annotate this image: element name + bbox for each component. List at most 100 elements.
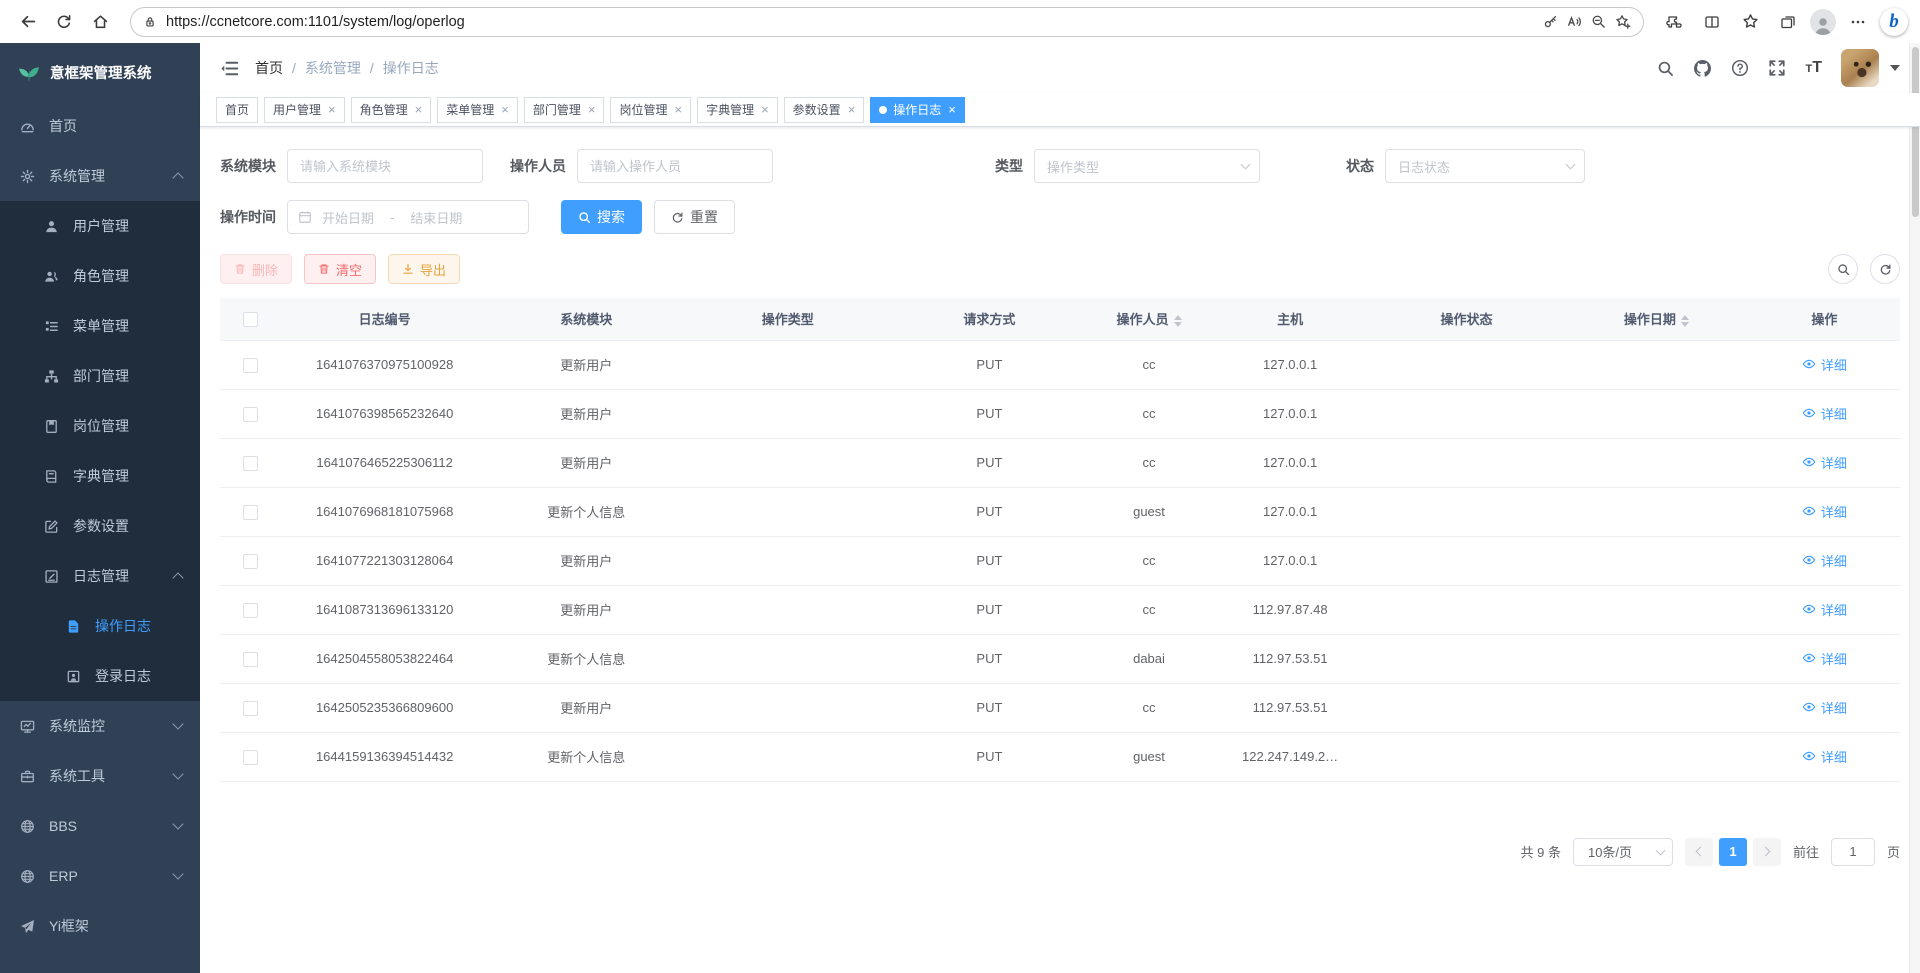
favorites-bar-star-icon[interactable] xyxy=(1734,6,1766,38)
tab-operation-log[interactable]: 操作日志× xyxy=(870,97,965,123)
help-icon[interactable] xyxy=(1731,59,1749,77)
detail-link[interactable]: 详细 xyxy=(1802,355,1847,374)
col-operator[interactable]: 操作人员 xyxy=(1087,298,1211,340)
operator-input[interactable] xyxy=(577,149,773,183)
goto-page-input[interactable] xyxy=(1831,838,1875,866)
current-page-button[interactable]: 1 xyxy=(1719,838,1747,866)
next-page-button[interactable] xyxy=(1753,838,1781,866)
tab-user-mgmt[interactable]: 用户管理× xyxy=(264,97,345,123)
sidebar-collapse-icon[interactable] xyxy=(220,59,239,78)
row-checkbox[interactable] xyxy=(243,701,258,716)
tab-home[interactable]: 首页 xyxy=(216,97,258,123)
page-size-select[interactable]: 10条/页 xyxy=(1573,838,1673,866)
row-checkbox[interactable] xyxy=(243,456,258,471)
collections-icon[interactable] xyxy=(1772,6,1804,38)
avatar-caret-down-icon[interactable] xyxy=(1890,65,1900,71)
sidebar-item-menus[interactable]: 菜单管理 xyxy=(0,301,200,351)
type-select[interactable]: 操作类型 xyxy=(1034,149,1260,183)
text-size-icon[interactable]: TT xyxy=(1805,59,1822,77)
read-aloud-icon[interactable] xyxy=(1567,14,1582,29)
delete-button[interactable]: 删除 xyxy=(220,254,292,284)
detail-link[interactable]: 详细 xyxy=(1802,747,1847,766)
sidebar-item-login-log[interactable]: 登录日志 xyxy=(0,651,200,701)
user-avatar[interactable] xyxy=(1841,49,1879,87)
window-scrollbar[interactable] xyxy=(1909,43,1920,973)
clear-button[interactable]: 清空 xyxy=(304,254,376,284)
close-icon[interactable]: × xyxy=(588,103,596,116)
password-key-icon[interactable] xyxy=(1543,14,1558,29)
address-bar[interactable]: https://ccnetcore.com:1101/system/log/op… xyxy=(130,7,1644,37)
sidebar-item-users[interactable]: 用户管理 xyxy=(0,201,200,251)
select-all-checkbox[interactable] xyxy=(243,312,258,327)
reset-button[interactable]: 重置 xyxy=(654,200,735,234)
module-input[interactable] xyxy=(287,149,483,183)
split-screen-icon[interactable] xyxy=(1696,6,1728,38)
row-checkbox[interactable] xyxy=(243,407,258,422)
url-text[interactable]: https://ccnetcore.com:1101/system/log/op… xyxy=(166,14,1534,30)
zoom-out-icon[interactable] xyxy=(1591,14,1606,29)
detail-link[interactable]: 详细 xyxy=(1802,600,1847,619)
app-logo[interactable]: 意框架管理系统 xyxy=(0,43,200,101)
close-icon[interactable]: × xyxy=(415,103,423,116)
sidebar-item-logs[interactable]: 日志管理 xyxy=(0,551,200,601)
close-icon[interactable]: × xyxy=(848,103,856,116)
row-checkbox[interactable] xyxy=(243,652,258,667)
toggle-search-icon[interactable] xyxy=(1828,254,1858,284)
detail-link[interactable]: 详细 xyxy=(1802,502,1847,521)
breadcrumb-system[interactable]: 系统管理 xyxy=(305,58,361,78)
refresh-table-icon[interactable] xyxy=(1870,254,1900,284)
row-checkbox[interactable] xyxy=(243,750,258,765)
tab-menu-mgmt[interactable]: 菜单管理× xyxy=(437,97,518,123)
fullscreen-icon[interactable] xyxy=(1768,59,1786,77)
prev-page-button[interactable] xyxy=(1685,838,1713,866)
tab-dept-mgmt[interactable]: 部门管理× xyxy=(524,97,605,123)
favorite-star-add-icon[interactable] xyxy=(1615,14,1631,30)
breadcrumb-home[interactable]: 首页 xyxy=(255,58,283,78)
extensions-puzzle-icon[interactable] xyxy=(1658,6,1690,38)
sidebar-item-dictionary[interactable]: 字典管理 xyxy=(0,451,200,501)
detail-link[interactable]: 详细 xyxy=(1802,698,1847,717)
sidebar-item-operation-log[interactable]: 操作日志 xyxy=(0,601,200,651)
detail-link[interactable]: 详细 xyxy=(1802,404,1847,423)
row-checkbox[interactable] xyxy=(243,505,258,520)
scrollbar-thumb[interactable] xyxy=(1912,47,1919,217)
row-checkbox[interactable] xyxy=(243,358,258,373)
sort-carets-icon[interactable] xyxy=(1174,315,1182,327)
export-button[interactable]: 导出 xyxy=(388,254,460,284)
tab-post-mgmt[interactable]: 岗位管理× xyxy=(610,97,691,123)
sidebar-item-home[interactable]: 首页 xyxy=(0,101,200,151)
close-icon[interactable]: × xyxy=(948,103,956,116)
browser-menu-icon[interactable] xyxy=(1842,6,1874,38)
detail-link[interactable]: 详细 xyxy=(1802,649,1847,668)
close-icon[interactable]: × xyxy=(501,103,509,116)
sidebar-item-yi-framework[interactable]: Yi框架 xyxy=(0,901,200,951)
search-button[interactable]: 搜索 xyxy=(561,200,642,234)
detail-link[interactable]: 详细 xyxy=(1802,551,1847,570)
browser-refresh-button[interactable] xyxy=(48,6,80,38)
sidebar-item-monitor[interactable]: 系统监控 xyxy=(0,701,200,751)
close-icon[interactable]: × xyxy=(761,103,769,116)
sidebar-item-parameters[interactable]: 参数设置 xyxy=(0,501,200,551)
detail-link[interactable]: 详细 xyxy=(1802,453,1847,472)
sidebar-item-posts[interactable]: 岗位管理 xyxy=(0,401,200,451)
tab-param-settings[interactable]: 参数设置× xyxy=(784,97,865,123)
row-checkbox[interactable] xyxy=(243,554,258,569)
status-select[interactable]: 日志状态 xyxy=(1385,149,1585,183)
close-icon[interactable]: × xyxy=(674,103,682,116)
tab-role-mgmt[interactable]: 角色管理× xyxy=(351,97,432,123)
tab-dict-mgmt[interactable]: 字典管理× xyxy=(697,97,778,123)
copilot-bing-icon[interactable]: b xyxy=(1880,8,1908,36)
sidebar-item-departments[interactable]: 部门管理 xyxy=(0,351,200,401)
browser-profile-avatar[interactable] xyxy=(1810,9,1836,35)
sidebar-item-roles[interactable]: 角色管理 xyxy=(0,251,200,301)
row-checkbox[interactable] xyxy=(243,603,258,618)
sidebar-item-tools[interactable]: 系统工具 xyxy=(0,751,200,801)
close-icon[interactable]: × xyxy=(328,103,336,116)
sidebar-item-erp[interactable]: ERP xyxy=(0,851,200,901)
search-icon[interactable] xyxy=(1657,60,1674,77)
sidebar-item-system[interactable]: 系统管理 xyxy=(0,151,200,201)
browser-back-button[interactable] xyxy=(12,6,44,38)
github-icon[interactable] xyxy=(1693,59,1712,78)
sort-carets-icon[interactable] xyxy=(1681,315,1689,327)
browser-home-button[interactable] xyxy=(84,6,116,38)
